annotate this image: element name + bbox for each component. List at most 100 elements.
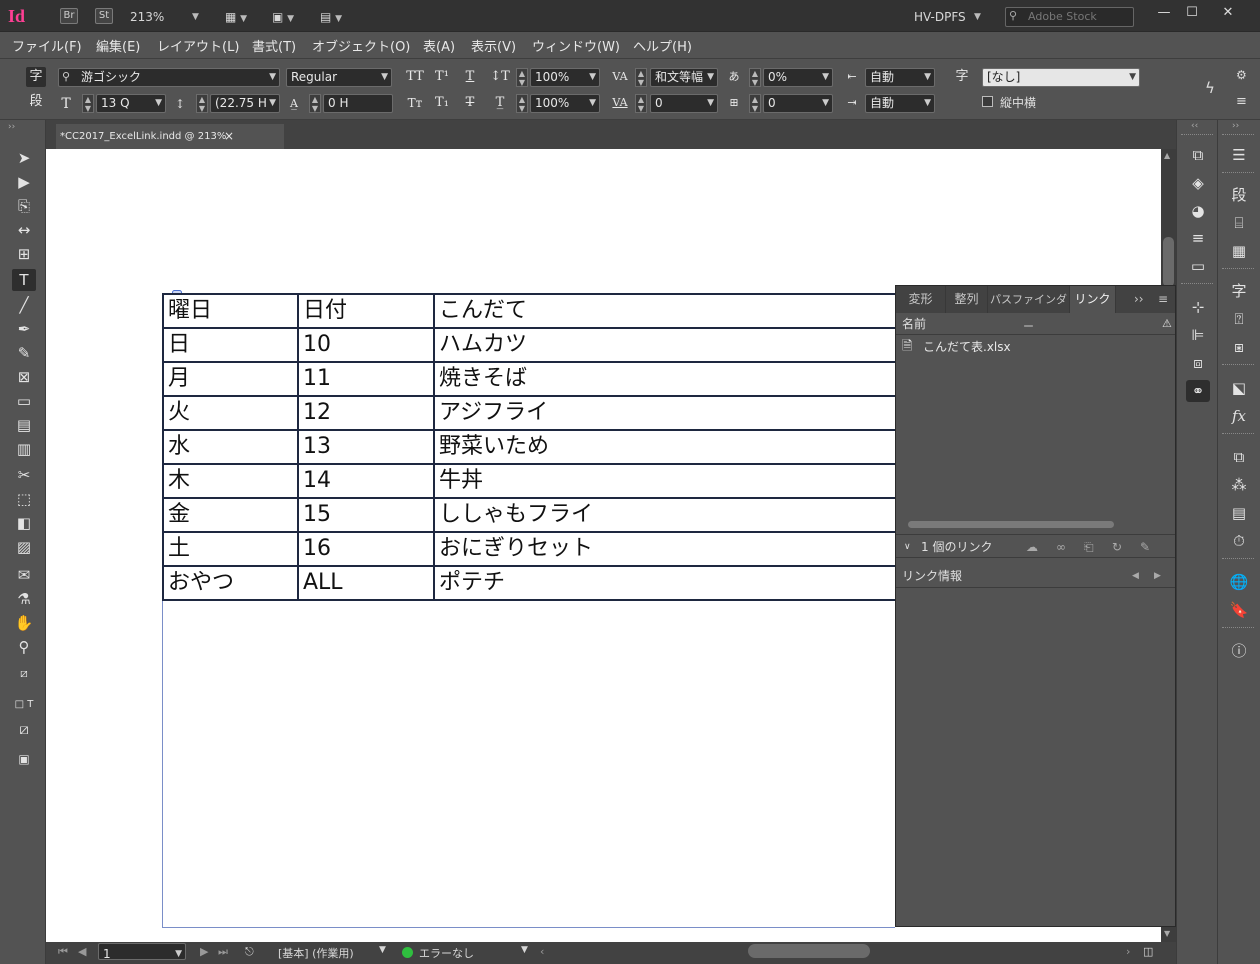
tracking-va-stepper[interactable]: ▲ ▼ <box>635 94 647 113</box>
sample-buttons-icon[interactable]: ⁂ <box>1227 474 1251 496</box>
open-page-icon[interactable]: ⎋ <box>245 945 254 959</box>
preflight-status[interactable]: エラーなし <box>419 945 474 961</box>
bridge-button[interactable]: Br <box>60 8 78 24</box>
menu-window[interactable]: ウィンドウ(W) <box>532 36 620 55</box>
strikethrough-icon[interactable]: T <box>460 93 480 113</box>
table-cell[interactable]: 12 <box>297 395 435 431</box>
panel-menu-icon[interactable]: ≡ <box>1158 286 1168 313</box>
font-size-stepper[interactable]: ▲ ▼ <box>82 94 94 113</box>
chevron-down-icon[interactable]: ∨ <box>904 535 911 559</box>
maximize-button[interactable]: ☐ <box>1181 4 1203 22</box>
collapse-icon[interactable]: ›› <box>1232 121 1239 131</box>
vertical-scale-stepper[interactable]: ▲ ▼ <box>516 68 528 87</box>
table-panel-icon[interactable]: ▦ <box>1227 240 1251 262</box>
table-cell[interactable]: アジフライ <box>433 395 897 431</box>
tsume-field[interactable]: 0% ▼ <box>763 68 833 87</box>
menu-view[interactable]: 表示(V) <box>471 36 516 55</box>
scroll-right-icon[interactable]: › <box>1126 945 1130 958</box>
character-panel-icon[interactable]: 字 <box>1227 280 1251 302</box>
superscript-icon[interactable]: T¹ <box>432 67 452 87</box>
menu-edit[interactable]: 編集(E) <box>96 36 140 55</box>
info-panel-icon[interactable]: ⓘ <box>1227 640 1251 662</box>
stock-search-input[interactable]: Adobe Stock <box>1005 7 1134 27</box>
rectangle-frame-tool-icon[interactable]: ⊠ <box>12 366 36 388</box>
close-tab-icon[interactable]: × <box>224 124 234 149</box>
transform-panel-icon[interactable]: ⊹ <box>1186 296 1210 318</box>
tracking-h-field[interactable]: 0 H <box>323 94 393 113</box>
zoom-dropdown[interactable]: 213% ▼ <box>130 8 202 26</box>
table-row[interactable]: 木 14 牛丼 <box>162 463 897 499</box>
effects-panel-icon[interactable]: fx <box>1227 405 1251 427</box>
table-row[interactable]: 月 11 焼きそば <box>162 361 897 397</box>
table-row[interactable]: 火 12 アジフライ <box>162 395 897 431</box>
paragraph-mode-tab[interactable]: 段 <box>26 92 46 112</box>
stock-button[interactable]: St <box>95 8 113 24</box>
small-caps-icon[interactable]: Tт <box>405 93 425 113</box>
leading-stepper[interactable]: ▲ ▼ <box>196 94 208 113</box>
content-collector-icon[interactable]: ⊞ <box>12 243 36 265</box>
menu-help[interactable]: ヘルプ(H) <box>633 36 692 55</box>
swatches-panel-icon[interactable]: ◕ <box>1186 200 1210 222</box>
links-scroll-thumb[interactable] <box>908 521 1114 528</box>
table-cell[interactable]: 日付 <box>297 293 435 329</box>
links-panel-icon[interactable]: ⚭ <box>1186 380 1210 402</box>
all-caps-icon[interactable]: TT <box>405 67 425 87</box>
dock-grip[interactable] <box>1181 134 1213 137</box>
table-cell[interactable]: 金 <box>162 497 299 533</box>
tab-transform[interactable]: 変形 <box>896 286 946 313</box>
table-cell[interactable]: ししゃもフライ <box>433 497 897 533</box>
links-column-header[interactable]: 名前 ⚠ <box>896 313 1175 335</box>
menu-object[interactable]: オブジェクト(O) <box>312 36 410 55</box>
pages-panel-icon[interactable]: ⧉ <box>1186 144 1210 166</box>
table-cell[interactable]: 14 <box>297 463 435 499</box>
chevron-down-icon[interactable]: ▼ <box>521 945 528 955</box>
dock-grip[interactable] <box>1222 172 1254 175</box>
text-wrap-icon[interactable]: ⧆ <box>1227 336 1251 358</box>
view-options-button[interactable]: ▦ ▼ <box>225 8 247 26</box>
next-icon[interactable]: ▶ <box>1154 564 1161 588</box>
tatechuyoko-checkbox[interactable] <box>982 96 993 107</box>
menu-table[interactable]: 表(A) <box>423 36 455 55</box>
dock-grip[interactable] <box>1222 364 1254 367</box>
lightning-icon[interactable]: ϟ <box>1205 79 1215 97</box>
menu-layout[interactable]: レイアウト(L) <box>157 36 239 55</box>
tab-links[interactable]: リンク <box>1070 286 1116 313</box>
bookmarks-icon[interactable]: 🔖 <box>1227 599 1251 621</box>
edit-original-icon[interactable]: ✎ <box>1140 535 1150 559</box>
menu-file[interactable]: ファイル(F) <box>12 36 82 55</box>
dock-grip[interactable] <box>1222 627 1254 630</box>
panel-menu-icon[interactable]: ≡ <box>1236 94 1247 109</box>
page-tool-icon[interactable]: ⎘ <box>12 195 36 217</box>
pencil-tool-icon[interactable]: ✎ <box>12 342 36 364</box>
kerning-stepper[interactable]: ▲ ▼ <box>635 68 647 87</box>
zoom-tool-icon[interactable]: ⚲ <box>12 636 36 658</box>
paragraph-panel-icon[interactable]: 段 <box>1227 184 1251 206</box>
tsume-stepper[interactable]: ▲ ▼ <box>749 68 761 87</box>
goto-link-icon[interactable]: ⎗ <box>1084 535 1094 559</box>
table-cell[interactable]: 焼きそば <box>433 361 897 397</box>
table-header-row[interactable]: 曜日 日付 こんだて <box>162 293 897 329</box>
table-row[interactable]: 日 10 ハムカツ <box>162 327 897 363</box>
table-cell[interactable]: ハムカツ <box>433 327 897 363</box>
collapse-icon[interactable]: ‹‹ <box>1191 121 1198 131</box>
scroll-down-icon[interactable]: ▼ <box>1164 929 1170 938</box>
gradient-feather-tool-icon[interactable]: ▨ <box>12 536 36 558</box>
apply-none-icon[interactable]: ⧄ <box>12 718 36 740</box>
note-tool-icon[interactable]: ✉ <box>12 564 36 586</box>
horizontal-scroll-thumb[interactable] <box>748 944 870 958</box>
table-cell[interactable]: 日 <box>162 327 299 363</box>
direct-selection-tool-icon[interactable]: ▶ <box>12 171 36 193</box>
tracking-field[interactable]: 0 ▼ <box>650 94 718 113</box>
collapse-icon[interactable]: ›› <box>8 122 15 132</box>
link-row[interactable]: 🗎 こんだて表.xlsx <box>896 336 1175 358</box>
table-cell[interactable]: 土 <box>162 531 299 567</box>
dock-grip[interactable] <box>1181 283 1213 286</box>
hand-tool-icon[interactable]: ✋ <box>12 612 36 634</box>
dock-grip[interactable] <box>1222 134 1254 137</box>
character-mode-tab[interactable]: 字 <box>26 67 46 87</box>
screen-mode-icon[interactable]: ▣ <box>12 748 36 770</box>
table-cell[interactable]: こんだて <box>433 293 897 329</box>
kerning-field[interactable]: 和文等幅 ▼ <box>650 68 718 87</box>
chevron-down-icon[interactable]: ▼ <box>379 945 386 955</box>
table-cell[interactable]: 火 <box>162 395 299 431</box>
